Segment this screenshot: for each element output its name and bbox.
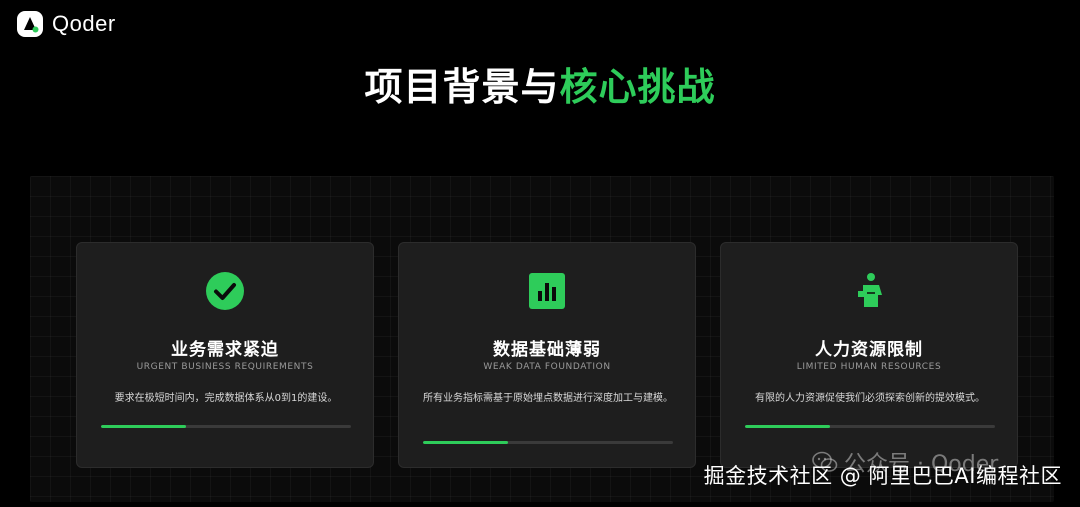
card-title: 业务需求紧迫 [171, 340, 279, 360]
card-description: 所有业务指标需基于原始埋点数据进行深度加工与建模。 [423, 393, 673, 404]
page-title: 项目背景与核心挑战 [0, 56, 1080, 111]
card-title: 人力资源限制 [815, 340, 923, 360]
progress-bar [423, 441, 673, 444]
progress-fill [101, 425, 186, 428]
check-circle-icon [206, 272, 244, 310]
person-icon [858, 273, 882, 307]
challenge-card-human: 人力资源限制 LIMITED HUMAN RESOURCES 有限的人力资源促使… [720, 242, 1018, 468]
challenge-card-data: 数据基础薄弱 WEAK DATA FOUNDATION 所有业务指标需基于原始埋… [398, 242, 696, 468]
progress-fill [423, 441, 508, 444]
card-subtitle: LIMITED HUMAN RESOURCES [796, 362, 942, 372]
page-title-highlight: 核心挑战 [559, 65, 716, 109]
brand-name: Qoder [52, 11, 116, 36]
challenge-card-urgent: 业务需求紧迫 URGENT BUSINESS REQUIREMENTS 要求在极… [76, 242, 374, 468]
card-title: 数据基础薄弱 [493, 340, 601, 360]
progress-bar [101, 425, 351, 428]
juejin-watermark: 掘金技术社区 @ 阿里巴巴AI编程社区 [703, 464, 1062, 488]
card-description: 要求在极短时间内，完成数据体系从0到1的建设。 [114, 393, 338, 404]
brand-logo: Qoder [16, 10, 116, 38]
bar-chart-icon [529, 273, 565, 309]
card-description: 有限的人力资源促使我们必须探索创新的提效模式。 [755, 393, 985, 404]
progress-bar [745, 425, 995, 428]
qoder-logo-icon [17, 11, 43, 37]
card-subtitle: URGENT BUSINESS REQUIREMENTS [136, 362, 314, 372]
page-title-main: 项目背景与 [364, 65, 560, 109]
progress-fill [745, 425, 830, 428]
card-subtitle: WEAK DATA FOUNDATION [483, 362, 611, 372]
